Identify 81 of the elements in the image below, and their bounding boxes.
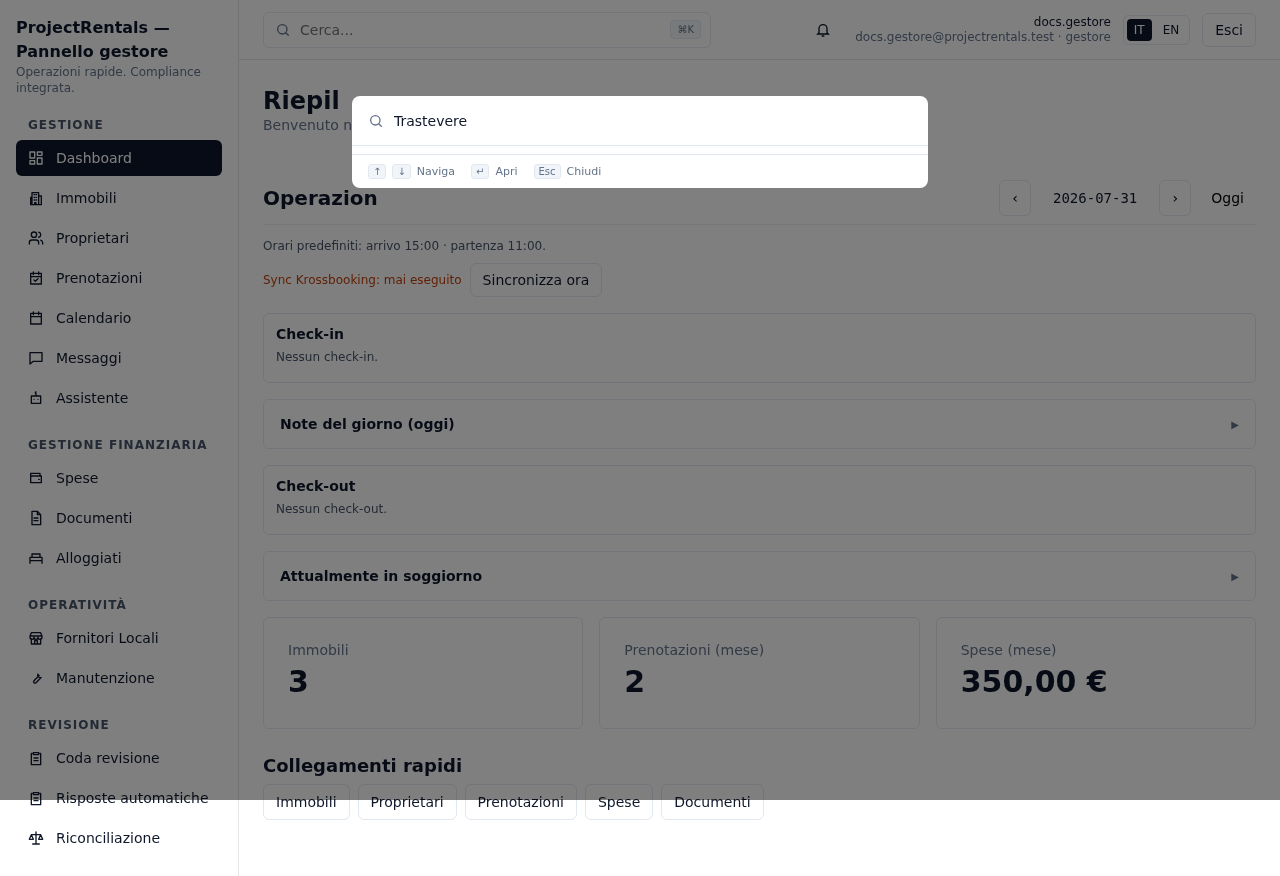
user-email: docs.gestore@projectrentals.test · gestore [855,29,1111,45]
search-icon [368,112,384,129]
sidebar-item[interactable]: Alloggiati [16,540,222,576]
bell-icon[interactable] [815,21,832,38]
section-heading: OPERATIVITÀ [27,598,128,612]
today-button[interactable]: Oggi [1199,182,1256,214]
grid-icon [28,150,44,166]
bed-icon [28,550,44,566]
sync-button[interactable]: Sincronizza ora [469,263,603,297]
brand-title: ProjectRentals — Pannello gestore [16,17,171,63]
expand-toggle: ▶ [1231,570,1239,582]
key-hint: ↵ [471,164,490,179]
language-button[interactable]: EN [1155,18,1187,41]
sidebar-item[interactable]: Fornitori Locali [16,620,222,656]
hint-label: Apri [495,165,518,178]
store-icon [28,630,44,646]
hint-label: Chiudi [566,165,602,178]
stat-value: 350,00 € [960,664,1109,699]
key-hint: ↑ [368,164,387,179]
default-hours-note: Orari predefiniti: arrivo 15:00 · partenza 11:00. [263,239,547,253]
card-title: Check-out [276,478,357,494]
sidebar-item[interactable]: Immobili [16,180,222,216]
page-title: Riepil [263,86,340,116]
language-button[interactable]: IT [1126,18,1152,41]
section-label: Note del giorno (oggi) [280,416,456,432]
user-name: docs.gestore [1032,14,1111,30]
sidebar-item[interactable]: Dashboard [16,140,222,176]
section-title: Operazion [263,186,378,210]
quick-link-button[interactable]: Immobili [263,784,350,820]
sidebar-item[interactable]: Calendario [16,300,222,336]
hint-label: Naviga [416,165,456,178]
sidebar-item[interactable]: Spese [16,460,222,496]
stat-label: Spese (mese) [960,642,1058,658]
document-icon [28,510,44,526]
quick-link-button[interactable]: Proprietari [357,784,457,820]
expand-toggle: ▶ [1231,418,1239,430]
users-icon [28,230,44,246]
sync-status: Sync Krossbooking: mai eseguito [263,273,462,287]
sidebar-item[interactable]: Documenti [16,500,222,536]
card-title: Check-in [276,326,345,342]
key-hint: ↓ [392,164,411,179]
section-title: Collegamenti rapidi [263,755,464,776]
sidebar-item[interactable]: Manutenzione [16,660,222,696]
clipboard-icon [28,750,44,766]
message-icon [28,350,44,366]
sidebar-item[interactable]: Proprietari [16,220,222,256]
clipboard-icon [28,790,44,806]
section-heading: REVISIONE [27,718,111,732]
section-heading: GESTIONE [27,118,105,132]
quick-link-button[interactable]: Documenti [661,784,764,820]
section-label: Attualmente in soggiorno [280,568,484,584]
date-display: 2026-07-31 [1052,190,1139,206]
search-icon [275,21,291,38]
page-subtitle: Benvenuto n [263,116,353,134]
sidebar-item[interactable]: Coda revisione [16,740,222,776]
stat-label: Prenotazioni (mese) [624,642,766,658]
collapsible-section[interactable]: Attualmente in soggiorno ▶ [263,551,1256,601]
key-hint: Esc [533,164,561,179]
card-text: Nessun check-out. [276,502,389,516]
quick-link-button[interactable]: Prenotazioni [464,784,577,820]
robot-icon [28,390,44,406]
calendar-check-icon [28,270,44,286]
logout-button[interactable]: Esci [1202,12,1256,47]
stat-value: 3 [288,664,310,699]
previous-day-button[interactable]: ‹ [999,180,1031,216]
card-text: Nessun check-in. [276,350,380,364]
wallet-icon [28,470,44,486]
calendar-icon [28,310,44,326]
brand-tagline: Operazioni rapide. Compliance integrata. [16,64,202,96]
collapsible-section[interactable]: Note del giorno (oggi) ▶ [263,399,1256,449]
building-icon [28,190,44,206]
sidebar-item[interactable]: Assistente [16,380,222,416]
stat-value: 2 [624,664,647,699]
sidebar-item[interactable]: Prenotazioni [16,260,222,296]
section-heading: GESTIONE FINANZIARIA [27,438,209,452]
stat-label: Immobili [288,642,350,658]
sidebar-item[interactable]: Messaggi [16,340,222,376]
scale-icon [28,830,44,846]
quick-link-button[interactable]: Spese [584,784,654,820]
sidebar-item[interactable]: Riconciliazione [16,820,222,856]
next-day-button[interactable]: › [1159,180,1192,216]
